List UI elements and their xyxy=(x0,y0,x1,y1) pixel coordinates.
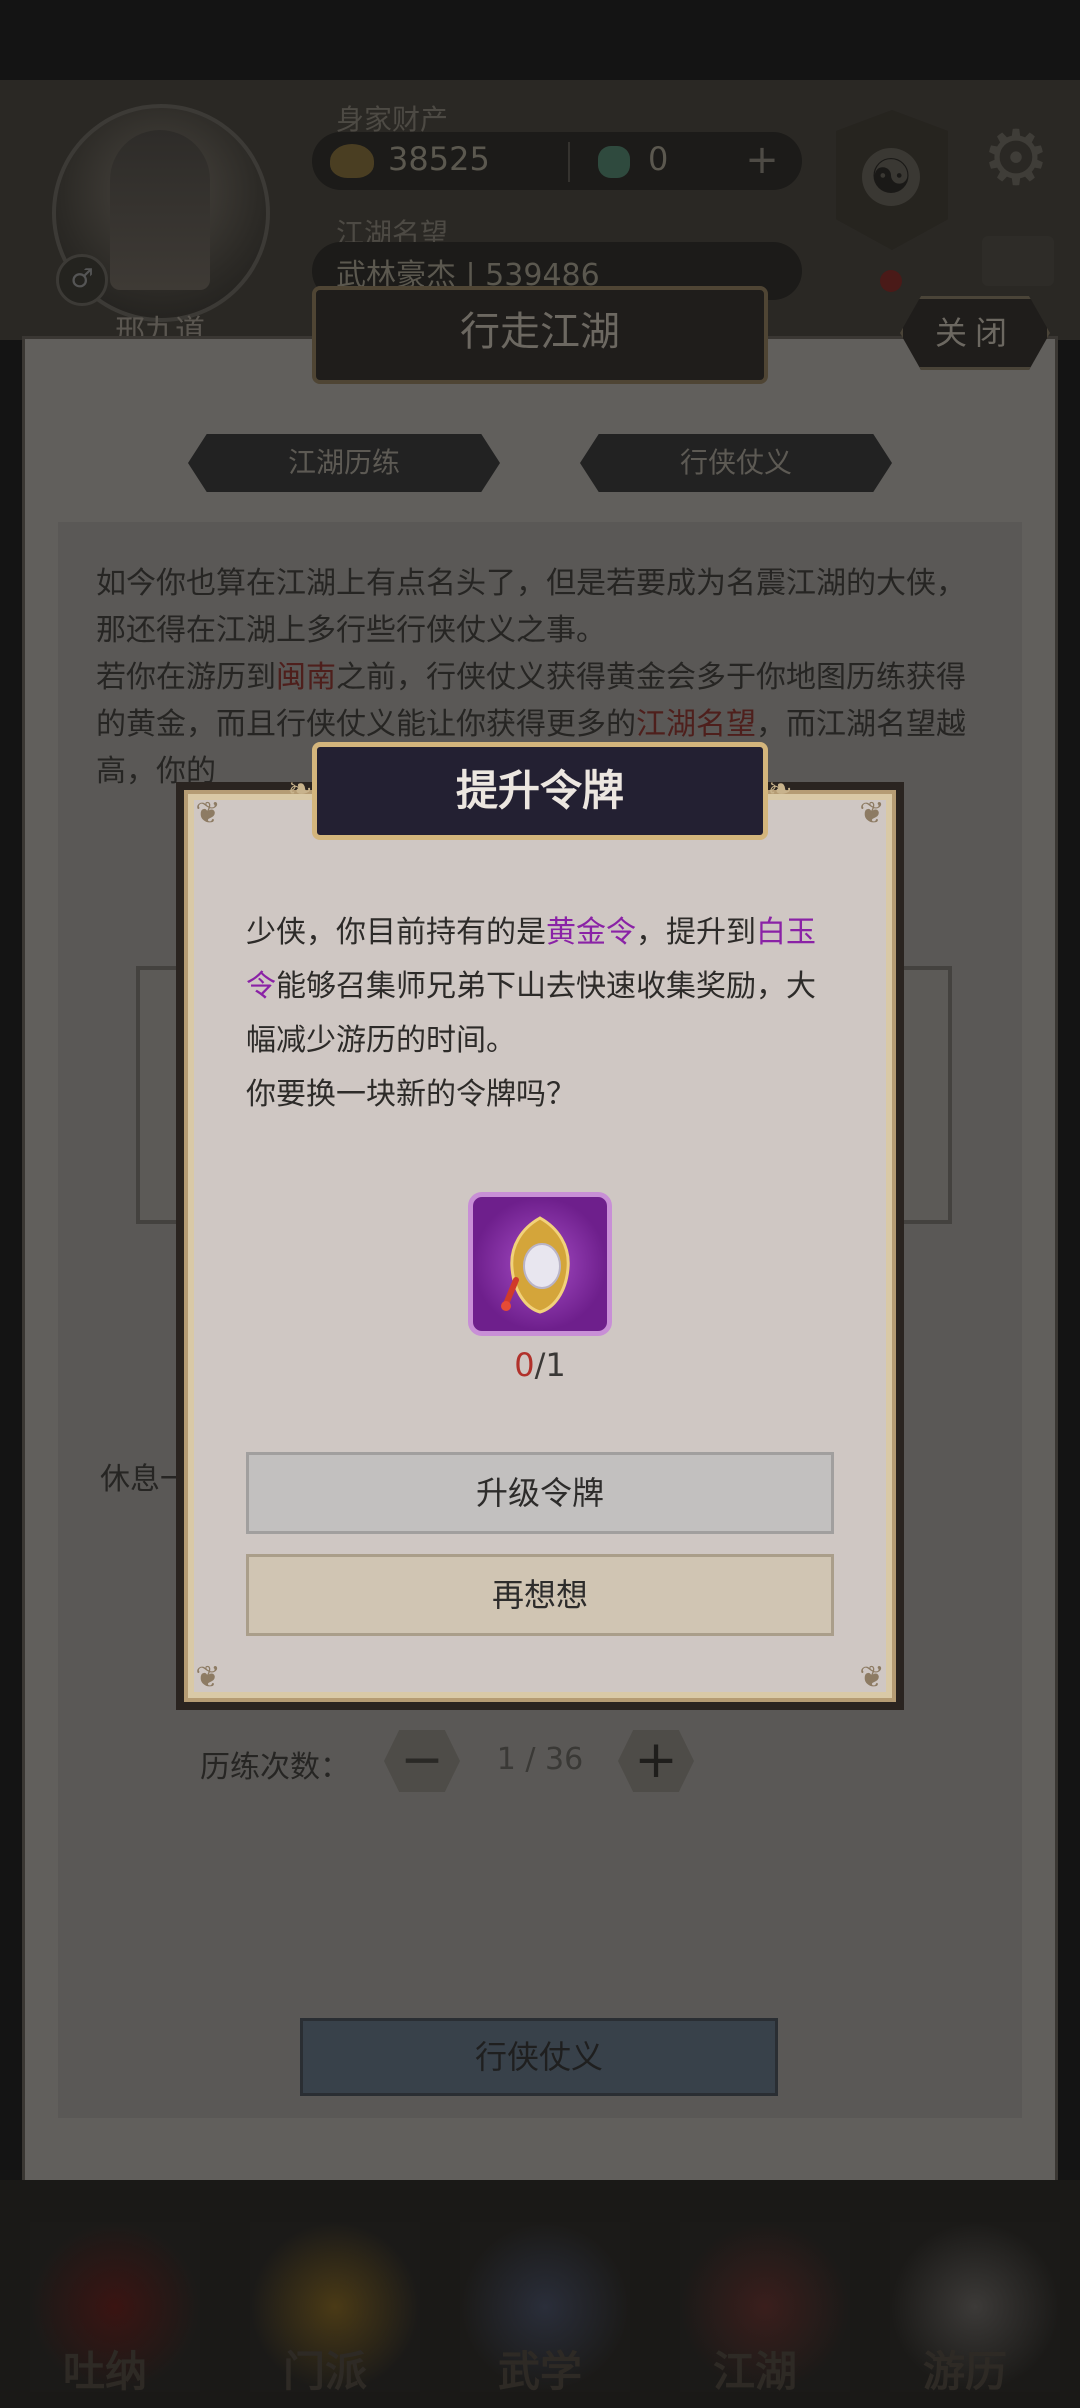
resource-divider xyxy=(568,142,570,182)
nav-tuna-label[interactable]: 吐纳 xyxy=(20,2338,190,2399)
detail-text-a: 若你在游历到 xyxy=(96,660,276,695)
notification-dot xyxy=(880,270,902,292)
tab-chivalry-label[interactable]: 行侠仗义 xyxy=(580,434,892,492)
dialog-question: 你要换一块新的令牌吗？ xyxy=(246,1077,576,1112)
message-text-c: 能够召集师兄弟下山去快速收集奖励，大幅减少游历的时间。 xyxy=(246,969,816,1058)
mail-icon[interactable] xyxy=(982,236,1054,286)
rest-label: 休息一 xyxy=(100,1462,190,1497)
reconsider-button-label[interactable]: 再想想 xyxy=(246,1554,834,1636)
corner-ornament-icon: ❦ xyxy=(195,796,221,831)
chivalry-action-label[interactable]: 行侠仗义 xyxy=(300,2018,778,2096)
intro-paragraph: 如今你也算在江湖上有点名头了，但是若要成为名震江湖的大侠，那还得在江湖上多行些行… xyxy=(96,566,966,648)
tab-jianghu-training-label[interactable]: 江湖历练 xyxy=(188,434,500,492)
corner-ornament-icon: ❦ xyxy=(195,1660,221,1695)
dialog-message: 少侠，你目前持有的是黄金令，提升到白玉令能够召集师兄弟下山去快速收集奖励，大幅减… xyxy=(246,906,826,1122)
training-count-label: 历练次数： xyxy=(200,1750,350,1785)
fame-highlight: 江湖名望 xyxy=(636,707,756,742)
gear-icon[interactable]: ⚙ xyxy=(976,118,1056,198)
nav-sect-label[interactable]: 门派 xyxy=(240,2338,410,2399)
add-currency-button[interactable]: + xyxy=(742,140,782,180)
nav-travel-label[interactable]: 游历 xyxy=(880,2338,1050,2399)
jade-icon xyxy=(598,146,630,178)
nav-jianghu-label[interactable]: 江湖 xyxy=(670,2338,840,2399)
gold-ingot-icon xyxy=(330,144,374,178)
message-text-b: ，提升到 xyxy=(636,915,756,950)
corner-ornament-icon: ❦ xyxy=(859,1660,885,1695)
current-token-name: 黄金令 xyxy=(546,915,636,950)
taiji-icon: ☯ xyxy=(862,148,920,206)
corner-ornament-icon: ❦ xyxy=(859,796,885,831)
gender-icon: ♂ xyxy=(56,254,108,306)
item-have-count: 0 xyxy=(514,1346,535,1384)
nav-martial-label[interactable]: 武学 xyxy=(455,2338,625,2399)
decrease-count-button[interactable]: − xyxy=(384,1730,460,1792)
token-item-count: 0/1 xyxy=(468,1346,612,1384)
increase-count-button[interactable]: + xyxy=(618,1730,694,1792)
gold-value: 38525 xyxy=(388,140,490,178)
item-need-count: /1 xyxy=(534,1346,566,1384)
resource-bar xyxy=(312,132,802,190)
jade-token-icon xyxy=(501,1216,570,1314)
training-count-value: 1 / 36 xyxy=(496,1742,584,1777)
main-title: 行走江湖 xyxy=(460,309,620,355)
dialog-title: 提升令牌 xyxy=(455,766,624,815)
upgrade-token-button-label[interactable]: 升级令牌 xyxy=(246,1452,834,1534)
jade-value: 0 xyxy=(648,140,669,178)
message-text-a: 少侠，你目前持有的是 xyxy=(246,915,546,950)
close-button-label[interactable]: 关闭 xyxy=(900,296,1050,370)
avatar-portrait xyxy=(110,130,210,290)
place-highlight: 闽南 xyxy=(276,660,336,695)
